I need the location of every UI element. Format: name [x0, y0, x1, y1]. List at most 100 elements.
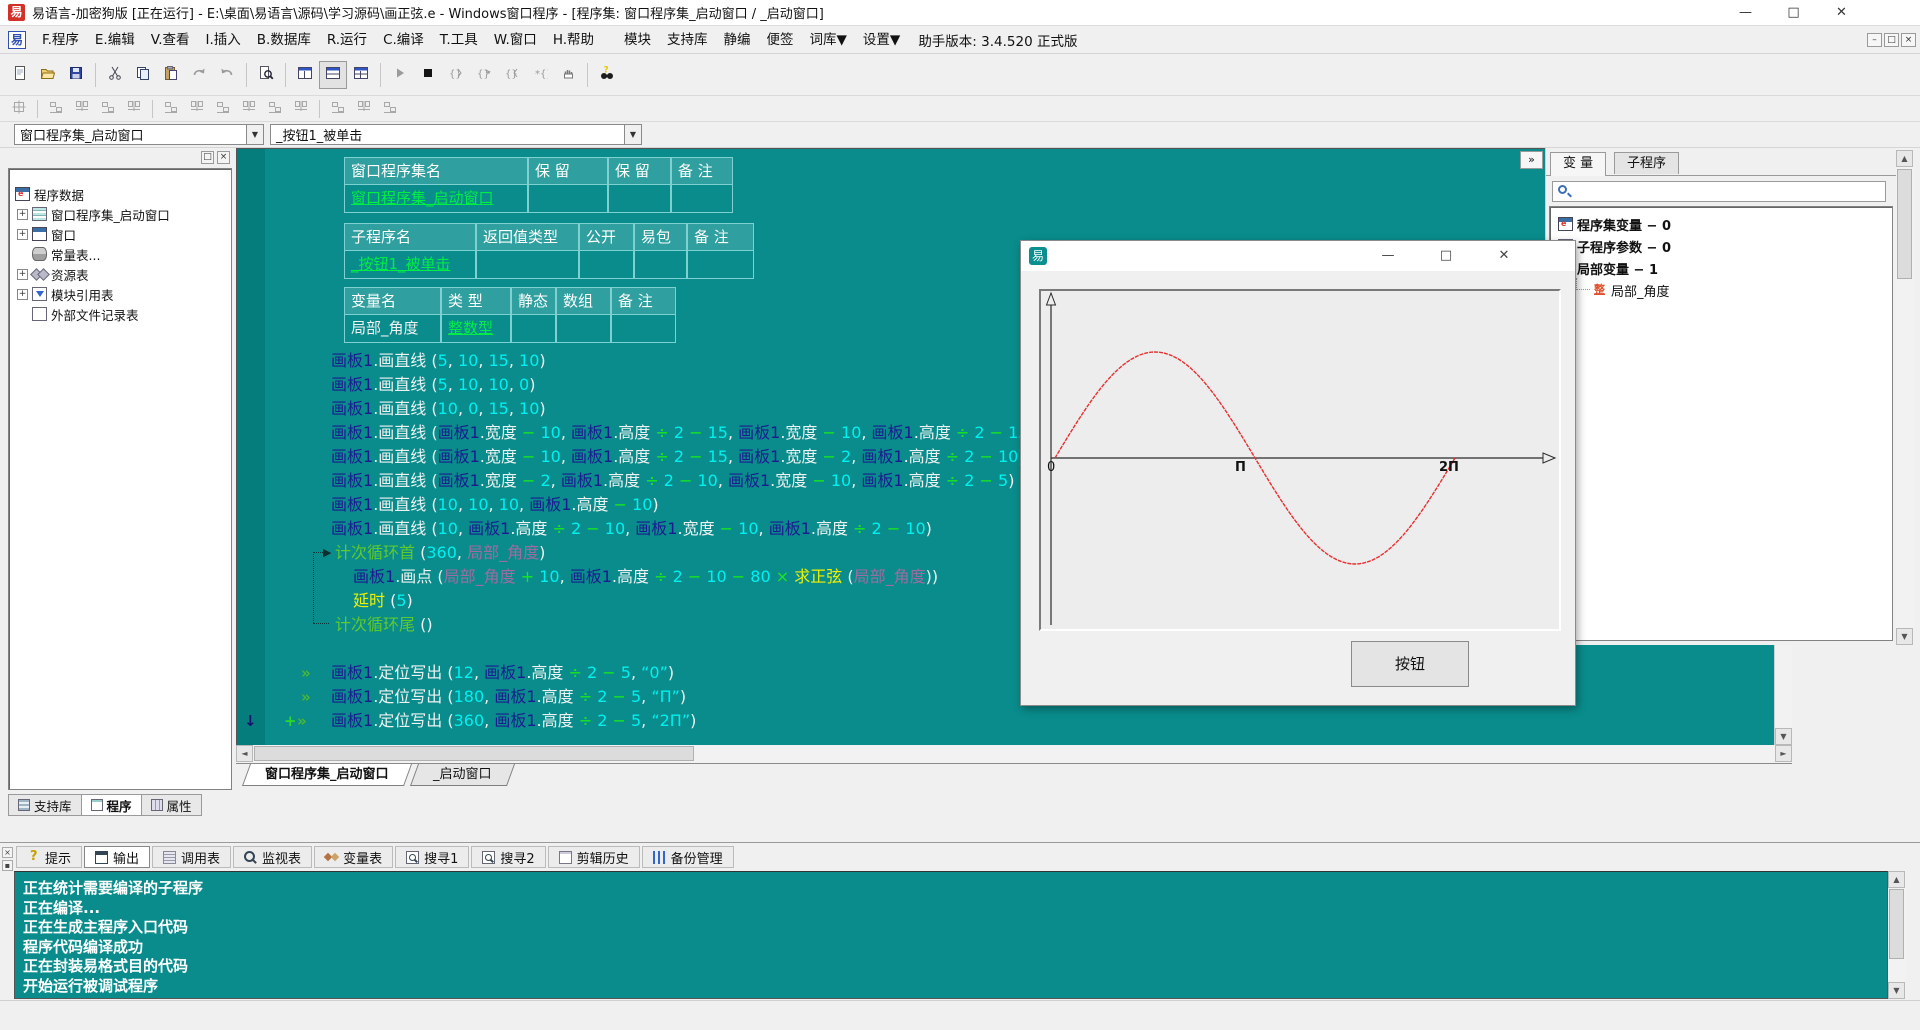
run-close-button[interactable]: ✕ [1489, 245, 1519, 267]
code-line-6[interactable]: 画板1.画直线 (画板1.宽度 − 2, 画板1.高度 ÷ 2 − 10, 画板… [331, 471, 1014, 491]
tab-子程序[interactable]: 子程序 [1614, 152, 1679, 174]
tab-备份管理[interactable]: 备份管理 [642, 846, 734, 868]
dock-restore-button[interactable]: □ [201, 151, 214, 164]
pause-hand-button[interactable] [554, 61, 582, 89]
scroll-thumb[interactable] [254, 746, 694, 761]
dock-close-button[interactable]: × [217, 151, 230, 164]
menu-item-6[interactable]: R.运行 [319, 29, 375, 51]
scroll-left-icon[interactable]: ◄ [236, 745, 253, 762]
menu-item-10[interactable]: H.帮助 [545, 29, 602, 51]
tab-变量表[interactable]: 变量表 [314, 846, 393, 868]
menu-item-11[interactable]: 模块 [616, 29, 659, 51]
subroutine-combobox[interactable]: _按钮1_被单击 ▼ [270, 124, 642, 145]
stop-button[interactable] [414, 61, 442, 89]
variable-item-1[interactable]: 程序集变量 − 0 [1558, 215, 1671, 233]
run-maximize-button[interactable]: □ [1431, 245, 1461, 267]
step-over-button[interactable]: {} [470, 61, 498, 89]
table-cell[interactable] [556, 315, 611, 343]
menu-item-5[interactable]: B.数据库 [249, 29, 319, 51]
editor-tab-窗口程序集_启动窗口[interactable]: 窗口程序集_启动窗口 [242, 764, 412, 786]
table-data-row[interactable]: 局部_角度整数型 [344, 315, 676, 343]
tree-item-窗口程序集_启动窗口[interactable]: +窗口程序集_启动窗口 [17, 205, 170, 223]
close-button[interactable]: ✕ [1819, 0, 1864, 25]
tab-提示[interactable]: 提示 [16, 846, 82, 868]
tab-监视表[interactable]: 监视表 [233, 846, 312, 868]
scroll-down-icon[interactable]: ▼ [1896, 628, 1913, 645]
table-cell[interactable]: 整数型 [441, 315, 511, 343]
code-line-1[interactable]: 画板1.画直线 (5, 10, 15, 10) [331, 351, 546, 371]
scroll-down-icon[interactable]: ▼ [1888, 982, 1905, 999]
code-line-14[interactable]: 画板1.定位写出 (180, 画板1.高度 ÷ 2 − 5, “Π”) [331, 687, 686, 707]
table-cell[interactable] [611, 315, 676, 343]
code-line-12[interactable]: 计次循环尾 () [335, 615, 433, 635]
tab-搜寻1[interactable]: 搜寻1 [395, 846, 469, 868]
table-cell[interactable]: _按钮1_被单击 [344, 251, 476, 279]
debug-find-button[interactable]: ? [593, 61, 621, 89]
tab-输出[interactable]: 输出 [84, 846, 150, 868]
code-line-8[interactable]: 画板1.画直线 (10, 画板1.高度 ÷ 2 − 10, 画板1.宽度 − 1… [331, 519, 932, 539]
window-split-grid-button[interactable] [347, 61, 375, 89]
window-split-horizontal-button[interactable] [319, 61, 347, 89]
step-out-button[interactable]: {} [498, 61, 526, 89]
menu-item-7[interactable]: C.编译 [375, 29, 432, 51]
table-cell[interactable] [608, 185, 671, 213]
expand-icon[interactable]: + [17, 209, 28, 220]
scroll-up-icon[interactable]: ▲ [1896, 150, 1913, 167]
tab-属性[interactable]: 属性 [141, 794, 202, 816]
tab-支持库[interactable]: 支持库 [8, 794, 82, 816]
tab-搜寻2[interactable]: 搜寻2 [471, 846, 545, 868]
scroll-up-icon[interactable]: ▲ [1888, 871, 1905, 888]
panel-close-button[interactable]: × [2, 847, 13, 858]
menu-item-8[interactable]: T.工具 [432, 29, 486, 51]
center-horizontal-button[interactable] [158, 98, 184, 120]
table-data-row[interactable]: 窗口程序集_启动窗口 [344, 185, 733, 213]
code-line-10[interactable]: 画板1.画点 (局部_角度 + 10, 画板1.高度 ÷ 2 − 10 − 80… [353, 567, 938, 587]
code-line-4[interactable]: 画板1.画直线 (画板1.宽度 − 10, 画板1.高度 ÷ 2 − 15, 画… [331, 423, 1035, 443]
variable-item-4[interactable]: 局部_角度 [1576, 281, 1670, 299]
scroll-right-icon[interactable]: ► [1775, 745, 1792, 762]
space-evenly-down-button[interactable] [288, 98, 314, 120]
snap-right-button[interactable] [69, 98, 95, 120]
compiler-output[interactable]: 正在统计需要编译的子程序正在编译...正在生成主程序入口代码程序代码编译成功正在… [14, 871, 1888, 999]
code-line-15[interactable]: 画板1.定位写出 (360, 画板1.高度 ÷ 2 − 5, “2Π”) [331, 711, 696, 731]
table-cell[interactable] [671, 185, 733, 213]
run-to-cursor-button[interactable]: *{} [526, 61, 554, 89]
copy-button[interactable] [129, 61, 157, 89]
menu-item-13[interactable]: 静编 [716, 29, 759, 51]
snap-left-button[interactable] [43, 98, 69, 120]
table-cell[interactable] [634, 251, 687, 279]
table-data-row[interactable]: _按钮1_被单击 [344, 251, 754, 279]
code-line-13[interactable]: 画板1.定位写出 (12, 画板1.高度 ÷ 2 − 5, “0”) [331, 663, 674, 683]
tree-item-外部文件记录表[interactable]: 外部文件记录表 [17, 305, 139, 323]
tree-item-程序数据[interactable]: 程序数据 [15, 185, 84, 203]
menu-item-12[interactable]: 支持库 [659, 29, 716, 51]
tab-剪辑历史[interactable]: 剪辑历史 [548, 846, 640, 868]
align-bottom-edges-button[interactable] [236, 98, 262, 120]
tree-item-窗口[interactable]: +窗口 [17, 225, 76, 243]
table-cell[interactable] [687, 251, 754, 279]
form-designer-button[interactable] [6, 98, 32, 120]
run-button[interactable] [386, 61, 414, 89]
editor-horizontal-scrollbar[interactable]: ◄ ► [236, 745, 1792, 763]
panel-vertical-scrollbar[interactable]: ▲ ▼ [1896, 148, 1914, 645]
open-file-button[interactable] [34, 61, 62, 89]
code-line-7[interactable]: 画板1.画直线 (10, 10, 10, 画板1.高度 − 10) [331, 495, 659, 515]
menu-item-14[interactable]: 便签 [759, 29, 802, 51]
variable-search-input[interactable] [1552, 181, 1886, 202]
tree-item-资源表[interactable]: +资源表 [17, 265, 89, 283]
fit-height-button[interactable] [351, 98, 377, 120]
run-window-button[interactable]: 按钮 [1351, 641, 1469, 687]
menu-item-1[interactable]: F.程序 [34, 29, 87, 51]
tab-调用表[interactable]: 调用表 [152, 846, 231, 868]
snap-top-button[interactable] [95, 98, 121, 120]
table-cell[interactable]: 窗口程序集_启动窗口 [344, 185, 528, 213]
menu-item-15[interactable]: 词库▼ [802, 29, 855, 51]
snap-bottom-button[interactable] [121, 98, 147, 120]
dock-pin-button[interactable]: ▪ [2, 860, 13, 871]
run-minimize-button[interactable]: — [1373, 245, 1403, 267]
table-cell[interactable] [511, 315, 556, 343]
mdi-restore-button[interactable]: □ [1884, 33, 1899, 47]
minimize-button[interactable]: — [1723, 0, 1768, 25]
window-split-vertical-button[interactable] [291, 61, 319, 89]
fit-both-button[interactable] [377, 98, 403, 120]
